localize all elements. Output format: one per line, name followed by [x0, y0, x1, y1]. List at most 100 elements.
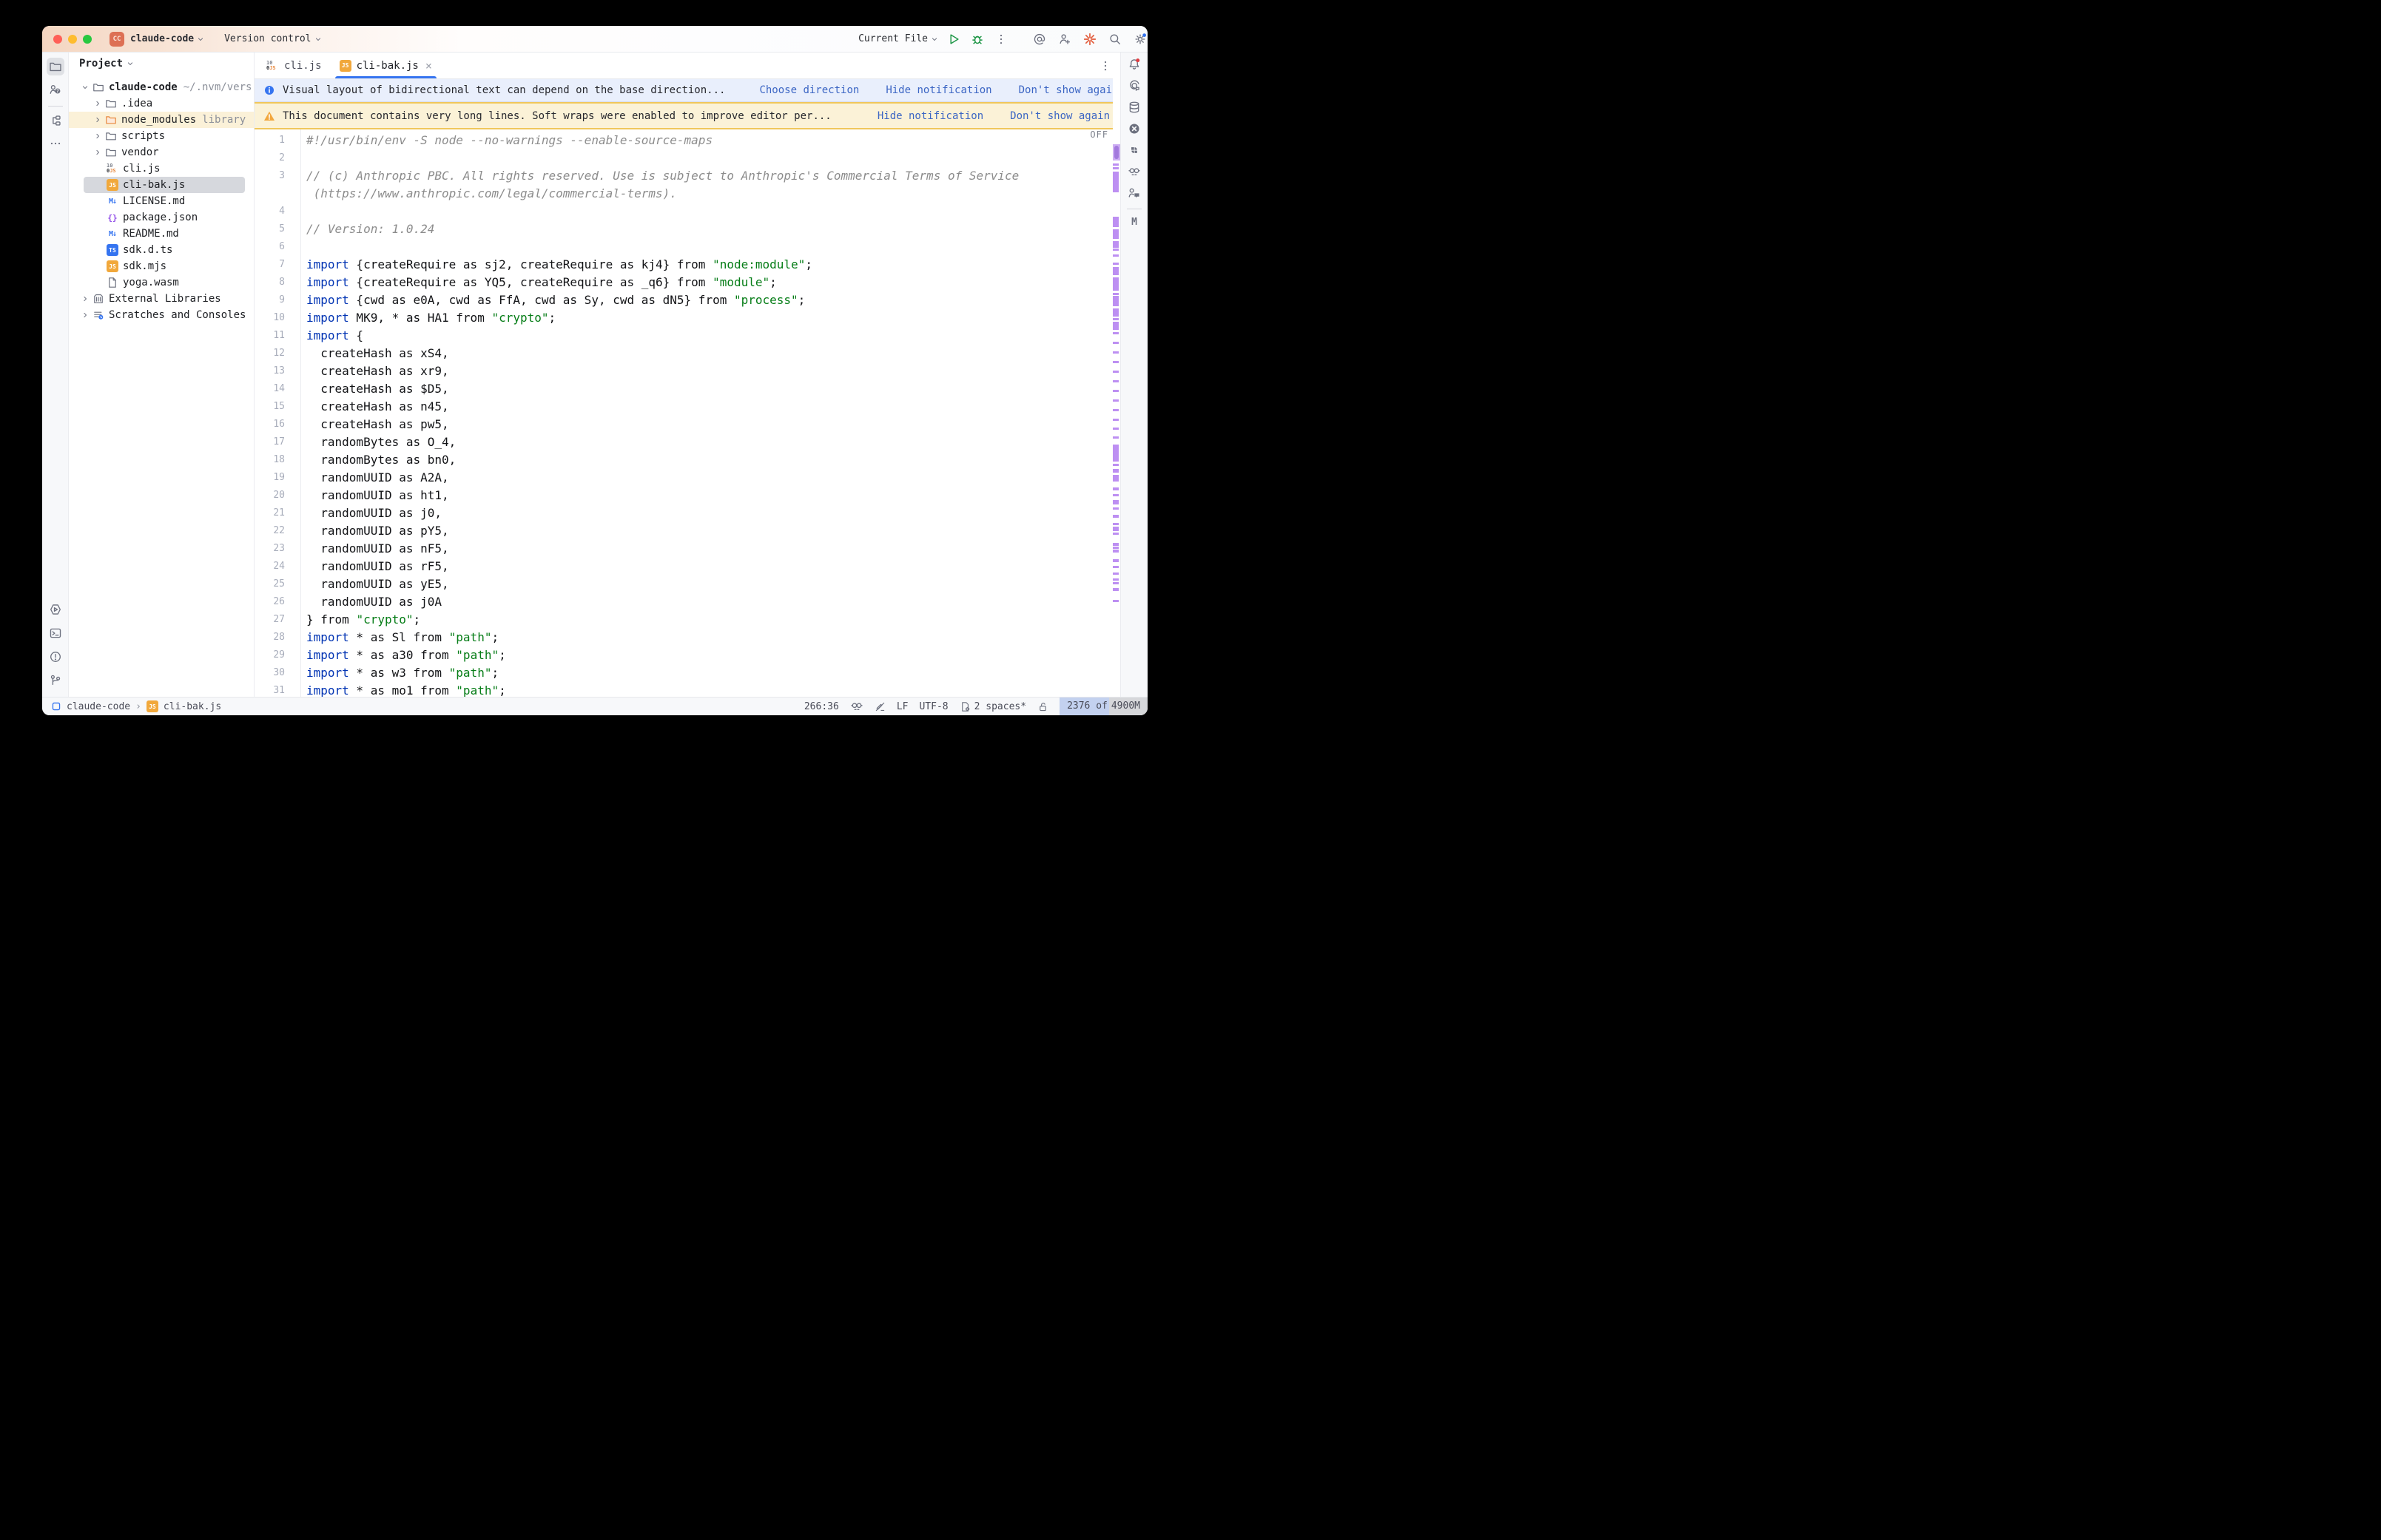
- highlighting-level-widget[interactable]: [875, 701, 886, 712]
- line-number[interactable]: 20: [255, 487, 300, 504]
- database-icon[interactable]: [1125, 98, 1143, 116]
- tree-item-scripts[interactable]: scripts: [69, 128, 254, 144]
- line-number[interactable]: 12: [255, 345, 300, 362]
- letter-m-icon[interactable]: M: [1125, 213, 1143, 231]
- breadcrumb-item[interactable]: cli-bak.js: [164, 701, 221, 712]
- encoding-widget[interactable]: UTF-8: [919, 701, 948, 712]
- code-line[interactable]: 11import {: [255, 327, 1120, 345]
- project-view-icon[interactable]: [47, 58, 64, 75]
- code-line[interactable]: 1#!/usr/bin/env -S node --no-warnings --…: [255, 132, 1120, 149]
- more-icon[interactable]: [47, 135, 64, 152]
- code-line[interactable]: 4: [255, 203, 1120, 220]
- line-number[interactable]: [255, 185, 300, 203]
- line-number[interactable]: 21: [255, 504, 300, 522]
- users-chat-icon[interactable]: [1125, 184, 1143, 202]
- line-separator-widget[interactable]: LF: [897, 701, 909, 712]
- code-line[interactable]: 6: [255, 238, 1120, 256]
- code-line[interactable]: 9import {cwd as e0A, cwd as FfA, cwd as …: [255, 291, 1120, 309]
- breadcrumb-item[interactable]: claude-code: [67, 701, 130, 712]
- tree-item-vendor[interactable]: vendor: [69, 144, 254, 161]
- code-line[interactable]: 29import * as a30 from "path";: [255, 646, 1120, 664]
- line-number[interactable]: 8: [255, 274, 300, 291]
- code-line[interactable]: 20 randomUUID as ht1,: [255, 487, 1120, 504]
- code-line[interactable]: 27} from "crypto";: [255, 611, 1120, 629]
- code-line[interactable]: 14 createHash as $D5,: [255, 380, 1120, 398]
- editor-scrollbar-stripe[interactable]: [1113, 78, 1120, 697]
- vcs-widget[interactable]: Version control: [224, 33, 322, 44]
- line-number[interactable]: 1: [255, 132, 300, 149]
- chevron-right-icon[interactable]: [79, 293, 91, 305]
- scrollbar-thumb[interactable]: [1114, 146, 1119, 159]
- burst-icon[interactable]: [1082, 32, 1097, 47]
- code-line[interactable]: 5// Version: 1.0.24: [255, 220, 1120, 238]
- search-icon[interactable]: [1108, 32, 1122, 47]
- tree-item-license.md[interactable]: M↓LICENSE.md: [69, 193, 254, 209]
- line-number[interactable]: 31: [255, 682, 300, 697]
- debug-icon[interactable]: [970, 32, 985, 47]
- tree-item-claude-code[interactable]: claude-code~/.nvm/vers: [69, 79, 254, 95]
- ai-status-widget[interactable]: [850, 700, 863, 713]
- tree-item-package.json[interactable]: {}package.json: [69, 209, 254, 226]
- line-number[interactable]: 11: [255, 327, 300, 345]
- tree-item-.idea[interactable]: .idea: [69, 95, 254, 112]
- tree-item-external-libraries[interactable]: External Libraries: [69, 291, 254, 307]
- tree-item-yoga.wasm[interactable]: yoga.wasm: [69, 274, 254, 291]
- chevron-right-icon[interactable]: [92, 146, 104, 158]
- line-number[interactable]: 9: [255, 291, 300, 309]
- tree-item-sdk.mjs[interactable]: JSsdk.mjs: [69, 258, 254, 274]
- line-number[interactable]: 24: [255, 558, 300, 575]
- line-number[interactable]: 22: [255, 522, 300, 540]
- memory-indicator[interactable]: 2376 of 4900M: [1060, 698, 1148, 715]
- chevron-down-icon[interactable]: [79, 81, 91, 93]
- project-panel-header[interactable]: Project: [69, 53, 254, 75]
- chevron-right-icon[interactable]: [92, 98, 104, 109]
- caret-position[interactable]: 266:36: [804, 701, 839, 712]
- pull-requests-icon[interactable]: ?: [47, 81, 64, 98]
- code-line[interactable]: 2: [255, 149, 1120, 167]
- tab-options-button[interactable]: [1098, 58, 1113, 73]
- code-line[interactable]: 17 randomBytes as O_4,: [255, 433, 1120, 451]
- close-tab-icon[interactable]: ×: [425, 59, 432, 72]
- line-number[interactable]: 15: [255, 398, 300, 416]
- terminal-icon[interactable]: [47, 624, 64, 642]
- zoom-button[interactable]: [83, 35, 92, 44]
- line-number[interactable]: 16: [255, 416, 300, 433]
- chevron-right-icon[interactable]: [79, 309, 91, 321]
- ai-assistant-icon[interactable]: [1125, 77, 1143, 95]
- bell-icon[interactable]: [1125, 55, 1143, 73]
- code-line[interactable]: 19 randomUUID as A2A,: [255, 469, 1120, 487]
- line-number[interactable]: 6: [255, 238, 300, 256]
- line-number[interactable]: 14: [255, 380, 300, 398]
- indent-widget[interactable]: 2 spaces*: [960, 701, 1026, 712]
- code-line[interactable]: 30import * as w3 from "path";: [255, 664, 1120, 682]
- chevron-right-icon[interactable]: [92, 114, 104, 126]
- problems-icon[interactable]: [47, 648, 64, 666]
- services-icon[interactable]: [47, 601, 64, 618]
- code-line[interactable]: 23 randomUUID as nF5,: [255, 540, 1120, 558]
- robot-icon[interactable]: [1125, 163, 1143, 180]
- code-line[interactable]: 28import * as Sl from "path";: [255, 629, 1120, 646]
- structure-icon[interactable]: [47, 112, 64, 129]
- git-icon[interactable]: [47, 672, 64, 689]
- run-icon[interactable]: [946, 32, 961, 47]
- code-line[interactable]: (https://www.anthropic.com/legal/commerc…: [255, 185, 1120, 203]
- code-line[interactable]: 10import MK9, * as HA1 from "crypto";: [255, 309, 1120, 327]
- kebab-icon[interactable]: [994, 32, 1008, 47]
- code-line[interactable]: 22 randomUUID as pY5,: [255, 522, 1120, 540]
- line-number[interactable]: 3: [255, 167, 300, 185]
- code-line[interactable]: 8import {createRequire as YQ5, createReq…: [255, 274, 1120, 291]
- tree-item-scratches-and-consoles[interactable]: Scratches and Consoles: [69, 307, 254, 323]
- code-line[interactable]: 13 createHash as xr9,: [255, 362, 1120, 380]
- code-line[interactable]: 25 randomUUID as yE5,: [255, 575, 1120, 593]
- line-number[interactable]: 23: [255, 540, 300, 558]
- line-number[interactable]: 19: [255, 469, 300, 487]
- plugin-icon[interactable]: [1125, 141, 1143, 159]
- code-editor[interactable]: 1#!/usr/bin/env -S node --no-warnings --…: [255, 129, 1120, 697]
- line-number[interactable]: 28: [255, 629, 300, 646]
- code-line[interactable]: 7import {createRequire as sj2, createReq…: [255, 256, 1120, 274]
- at-icon[interactable]: [1032, 32, 1047, 47]
- tree-item-cli.js[interactable]: 100JScli.js: [69, 161, 254, 177]
- code-line[interactable]: 21 randomUUID as j0,: [255, 504, 1120, 522]
- line-number[interactable]: 17: [255, 433, 300, 451]
- banner-link[interactable]: Don't show again: [1010, 110, 1110, 122]
